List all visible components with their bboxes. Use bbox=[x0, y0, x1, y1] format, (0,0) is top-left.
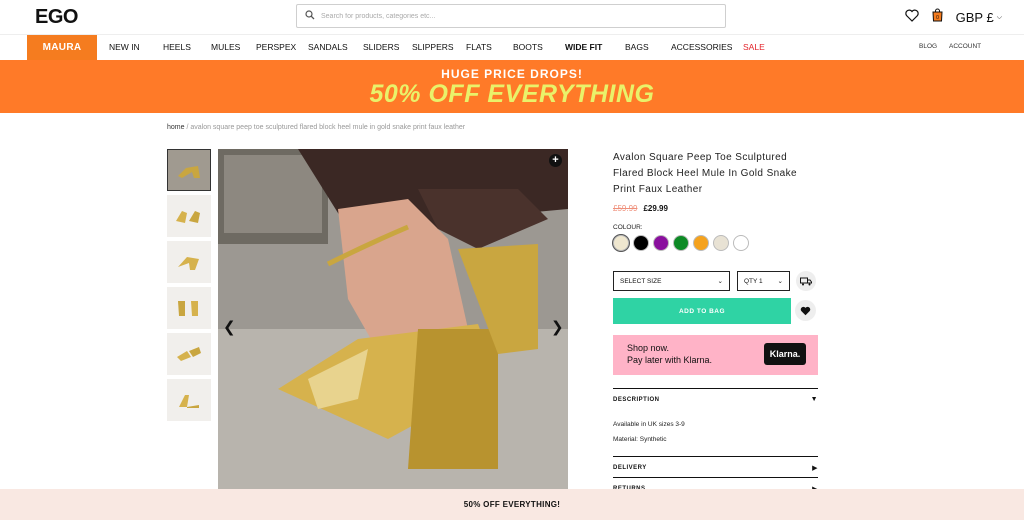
thumbnail-1[interactable] bbox=[167, 149, 211, 191]
colour-swatch[interactable] bbox=[713, 235, 729, 251]
delivery-truck-icon[interactable] bbox=[796, 271, 816, 291]
nav-sale[interactable]: SALE bbox=[743, 42, 765, 52]
price-now: £29.99 bbox=[643, 204, 668, 213]
top-bar: EGO 0 GBP £ ⌵ bbox=[0, 0, 1024, 34]
colour-swatches bbox=[613, 235, 749, 251]
search-input[interactable] bbox=[321, 12, 701, 20]
promo-banner[interactable]: HUGE PRICE DROPS! 50% OFF EVERYTHING bbox=[0, 60, 1024, 113]
main-nav: MAURA NEW IN HEELS MULES PERSPEX SANDALS… bbox=[0, 34, 1024, 60]
nav-wide-fit[interactable]: WIDE FIT bbox=[565, 42, 602, 52]
search-bar[interactable] bbox=[296, 4, 726, 28]
klarna-logo: Klarna. bbox=[764, 343, 806, 365]
breadcrumb-current: avalon square peep toe sculptured flared… bbox=[190, 124, 466, 131]
colour-label: COLOUR: bbox=[613, 224, 643, 231]
divider bbox=[613, 477, 818, 478]
product-title: Avalon Square Peep Toe Sculptured Flared… bbox=[613, 152, 797, 195]
nav-mules[interactable]: MULES bbox=[211, 42, 240, 52]
colour-swatch[interactable] bbox=[653, 235, 669, 251]
nav-new-in[interactable]: NEW IN bbox=[109, 42, 140, 52]
product-info: Avalon Square Peep Toe Sculptured Flared… bbox=[613, 150, 819, 213]
klarna-promo[interactable]: Shop now. Pay later with Klarna. Klarna. bbox=[613, 335, 818, 375]
accordion-delivery-label: DELIVERY bbox=[613, 465, 647, 471]
thumbnail-6[interactable] bbox=[167, 379, 211, 421]
divider bbox=[613, 456, 818, 457]
nav-boots[interactable]: BOOTS bbox=[513, 42, 543, 52]
banner-line-2: 50% OFF EVERYTHING bbox=[369, 80, 655, 108]
colour-swatch[interactable] bbox=[733, 235, 749, 251]
nav-flats[interactable]: FLATS bbox=[466, 42, 492, 52]
thumbnail-2[interactable] bbox=[167, 195, 211, 237]
chevron-down-icon: ⌄ bbox=[717, 278, 723, 285]
product-photo bbox=[218, 149, 568, 491]
size-select[interactable]: SELECT SIZE ⌄ bbox=[613, 271, 730, 291]
shopping-bag-icon[interactable]: 0 bbox=[931, 8, 944, 27]
accordion-delivery[interactable]: DELIVERY ▶ bbox=[613, 464, 818, 472]
klarna-line-1: Shop now. bbox=[627, 343, 670, 353]
colour-swatch[interactable] bbox=[673, 235, 689, 251]
footer-promo-bar[interactable]: 50% OFF EVERYTHING! bbox=[0, 489, 1024, 520]
qty-select[interactable]: QTY 1 ⌄ bbox=[737, 271, 790, 291]
thumbnail-4[interactable] bbox=[167, 287, 211, 329]
banner-line-1: HUGE PRICE DROPS! bbox=[441, 67, 583, 81]
caret-down-icon: ▼ bbox=[810, 396, 818, 403]
accordion-description[interactable]: DESCRIPTION ▼ bbox=[613, 396, 818, 403]
currency-selector[interactable]: GBP £ ⌵ bbox=[956, 10, 1002, 25]
qty-select-label: QTY 1 bbox=[744, 277, 763, 285]
colour-swatch[interactable] bbox=[693, 235, 709, 251]
divider bbox=[613, 388, 818, 389]
colour-swatch[interactable] bbox=[613, 235, 629, 251]
breadcrumb-home[interactable]: home bbox=[167, 124, 185, 131]
nav-sliders[interactable]: SLIDERS bbox=[363, 42, 399, 52]
nav-accessories[interactable]: ACCESSORIES bbox=[671, 42, 732, 52]
thumbnail-strip bbox=[167, 149, 211, 425]
thumbnail-5[interactable] bbox=[167, 333, 211, 375]
wishlist-heart-icon[interactable] bbox=[904, 9, 919, 27]
brand-tab-maura[interactable]: MAURA bbox=[27, 35, 97, 60]
breadcrumb: home / avalon square peep toe sculptured… bbox=[167, 124, 465, 131]
search-icon bbox=[305, 7, 315, 25]
nav-sandals[interactable]: SANDALS bbox=[308, 42, 348, 52]
site-logo[interactable]: EGO bbox=[35, 6, 78, 29]
description-line-1: Available in UK sizes 3-9 bbox=[613, 421, 685, 428]
prev-image-arrow-icon[interactable]: ❮ bbox=[223, 318, 236, 336]
thumbnail-3[interactable] bbox=[167, 241, 211, 283]
caret-right-icon: ▶ bbox=[812, 465, 818, 472]
price-was: £59.99 bbox=[613, 204, 638, 213]
svg-text:0: 0 bbox=[936, 15, 939, 21]
nav-slippers[interactable]: SLIPPERS bbox=[412, 42, 454, 52]
next-image-arrow-icon[interactable]: ❯ bbox=[551, 318, 564, 336]
chevron-down-icon: ⌵ bbox=[996, 13, 1002, 21]
colour-swatch[interactable] bbox=[633, 235, 649, 251]
chevron-down-icon: ⌄ bbox=[777, 278, 783, 285]
price-block: £59.99 £29.99 bbox=[613, 204, 819, 213]
nav-perspex[interactable]: PERSPEX bbox=[256, 42, 296, 52]
add-to-wishlist-heart-icon[interactable] bbox=[795, 300, 816, 321]
klarna-line-2: Pay later with Klarna. bbox=[627, 355, 713, 365]
zoom-plus-icon[interactable]: + bbox=[549, 154, 562, 167]
main-product-image[interactable] bbox=[218, 149, 568, 491]
currency-label: GBP £ bbox=[955, 10, 994, 25]
nav-blog[interactable]: BLOG bbox=[919, 43, 937, 50]
description-line-2: Material: Synthetic bbox=[613, 436, 667, 443]
nav-bags[interactable]: BAGS bbox=[625, 42, 649, 52]
nav-heels[interactable]: HEELS bbox=[163, 42, 191, 52]
size-select-label: SELECT SIZE bbox=[620, 277, 662, 285]
accordion-description-label: DESCRIPTION bbox=[613, 396, 660, 403]
nav-account[interactable]: ACCOUNT bbox=[949, 43, 981, 50]
add-to-bag-button[interactable]: ADD TO BAG bbox=[613, 298, 791, 324]
